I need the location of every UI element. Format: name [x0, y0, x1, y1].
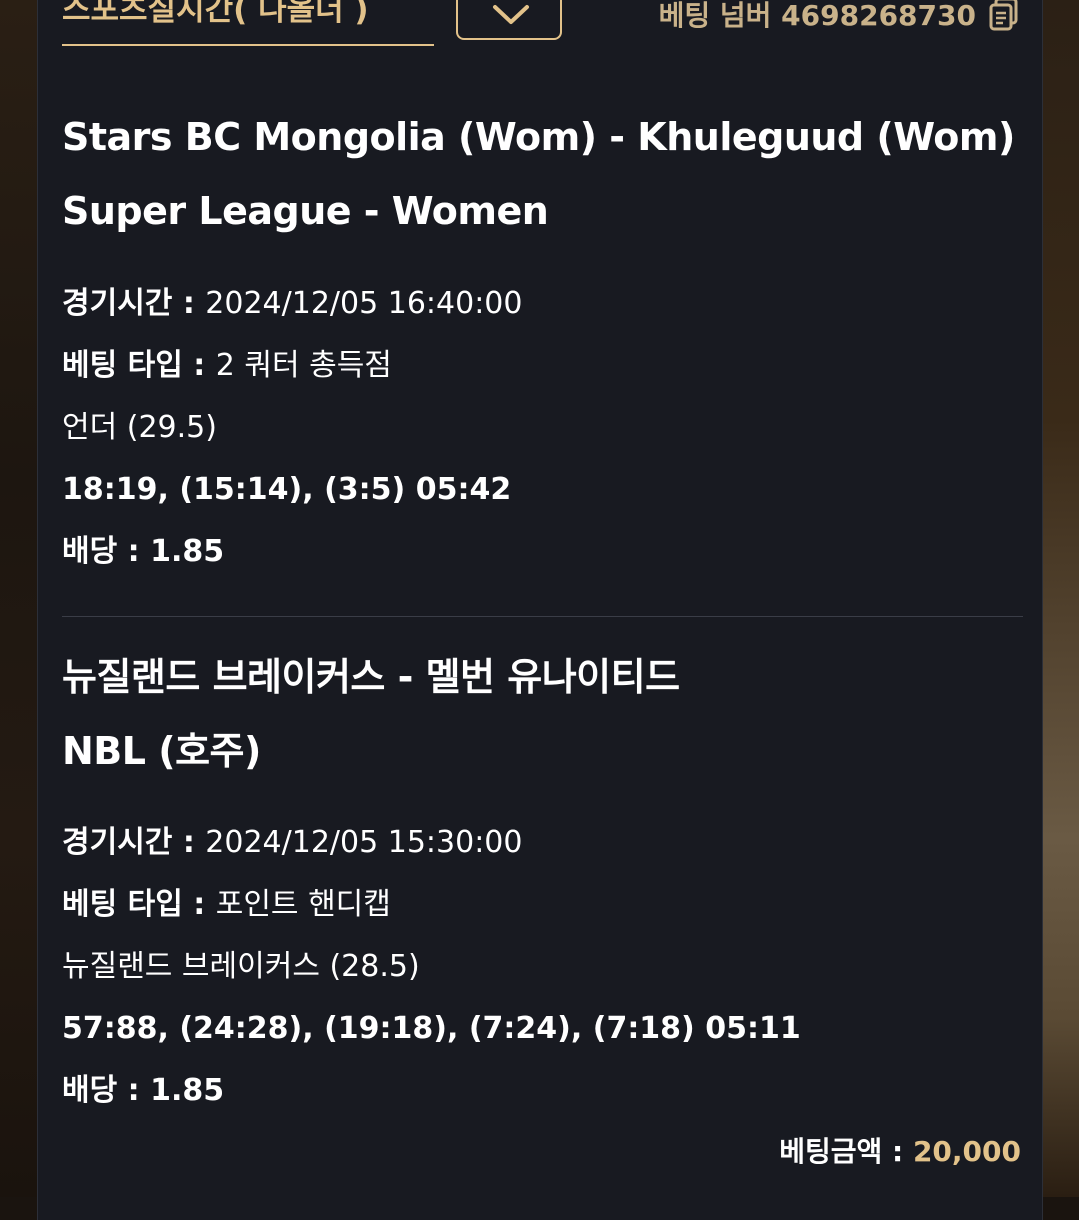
bet-type-label: 베팅 타입 : — [62, 887, 216, 922]
copy-icon[interactable] — [988, 0, 1020, 31]
background-right — [1043, 0, 1079, 1197]
match-time-row: 경기시간 : 2024/12/05 15:30:00 — [62, 823, 522, 863]
match-time-label: 경기시간 : — [62, 286, 206, 321]
match-score: 18:19, (15:14), (3:5) 05:42 — [62, 472, 512, 507]
tab-live-sports[interactable]: 스포츠실시간( 나올더 ) — [62, 0, 434, 46]
bet-total-label: 베팅금액 : — [779, 1135, 913, 1168]
bet-total: 베팅금액 : 20,000 — [779, 1130, 1021, 1170]
bet-number-label: 베팅 넘버 4698268730 — [658, 0, 976, 32]
match-time-row: 경기시간 : 2024/12/05 16:40:00 — [62, 284, 522, 324]
match-time-label: 경기시간 : — [62, 825, 206, 860]
bet-type-row: 베팅 타입 : 2 쿼터 총득점 — [62, 346, 392, 386]
match-league: Super League - Women — [62, 189, 549, 233]
match-time-value: 2024/12/05 15:30:00 — [205, 825, 523, 860]
bet-total-amount: 20,000 — [912, 1135, 1021, 1168]
dropdown-toggle-button[interactable] — [456, 0, 562, 40]
bet-odds: 배당 : 1.85 — [62, 1073, 225, 1108]
bet-pick: 언더 (29.5) — [62, 410, 217, 445]
match-teams: Stars BC Mongolia (Wom) - Khuleguud (Wom… — [62, 115, 1015, 159]
match-score: 57:88, (24:28), (19:18), (7:24), (7:18) … — [62, 1011, 801, 1046]
bet-type-value: 포인트 핸디캡 — [215, 887, 391, 922]
background-left — [0, 0, 38, 1197]
divider — [62, 616, 1023, 617]
bet-odds: 배당 : 1.85 — [62, 534, 225, 569]
bet-number: 베팅 넘버 4698268730 — [659, 0, 1020, 34]
match-time-value: 2024/12/05 16:40:00 — [205, 286, 523, 321]
match-teams: 뉴질랜드 브레이커스 - 멜번 유나이티드 — [62, 655, 680, 699]
chevron-down-icon — [493, 5, 529, 24]
bet-type-row: 베팅 타입 : 포인트 핸디캡 — [62, 885, 391, 925]
bet-type-value: 2 쿼터 총득점 — [215, 348, 392, 383]
match-league: NBL (호주) — [62, 729, 261, 773]
bet-pick: 뉴질랜드 브레이커스 (28.5) — [62, 949, 420, 984]
panel-header: 스포츠실시간( 나올더 ) 베팅 넘버 4698268730 — [38, 0, 1042, 48]
tab-title-label: 스포츠실시간( 나올더 ) — [62, 0, 369, 28]
bet-type-label: 베팅 타입 : — [62, 348, 216, 383]
bet-detail-panel: 스포츠실시간( 나올더 ) 베팅 넘버 4698268730 Stars BC … — [37, 0, 1043, 1220]
